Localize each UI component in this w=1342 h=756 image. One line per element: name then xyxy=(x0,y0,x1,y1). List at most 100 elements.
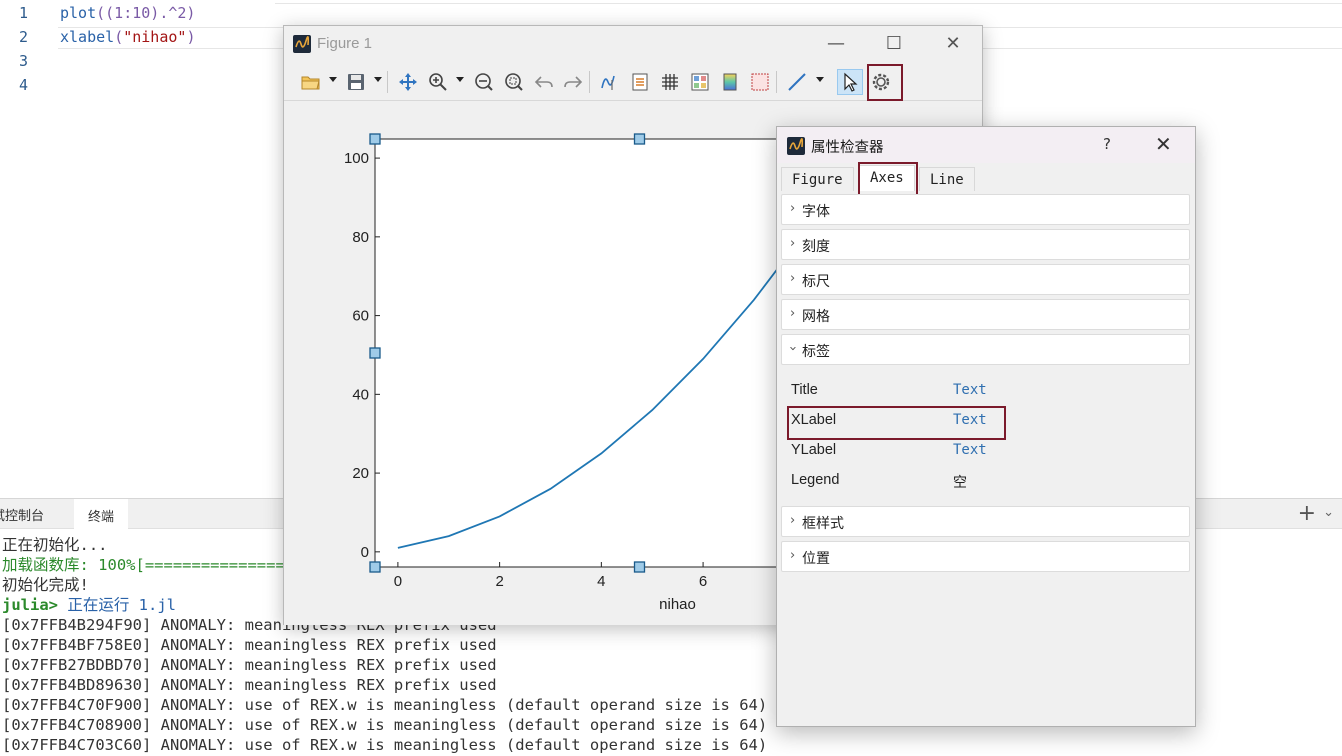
prop-legend-value[interactable]: 空 xyxy=(953,472,967,492)
code-paren: ) xyxy=(186,28,196,46)
selection-handle xyxy=(633,133,646,145)
line-icon[interactable] xyxy=(784,69,810,95)
close-button[interactable]: ✕ xyxy=(939,30,967,58)
colorbar-icon[interactable] xyxy=(717,69,743,95)
select-icon[interactable] xyxy=(837,69,863,95)
chevron-down-icon[interactable]: ⌄ xyxy=(1323,505,1334,520)
property-inspector-dialog[interactable]: 属性检查器 ? ✕ Figure Axes Line › 字体 › 刻度 › 标尺 ›… xyxy=(776,126,1196,727)
section-label: 字体 xyxy=(802,204,830,220)
y-tick-label: 60 xyxy=(352,308,369,325)
selection-handle xyxy=(633,561,646,573)
y-tick-label: 20 xyxy=(352,465,369,482)
section-ticks[interactable]: › 刻度 xyxy=(781,229,1190,260)
x-tick-label: 4 xyxy=(597,573,605,590)
pan-icon[interactable] xyxy=(395,69,421,95)
new-terminal-button[interactable]: + xyxy=(1298,501,1316,526)
terminal-line: 初始化完成! xyxy=(2,576,89,594)
tab-terminal[interactable]: 终端 xyxy=(74,499,129,529)
section-label: 标尺 xyxy=(802,274,830,290)
redo-icon[interactable] xyxy=(560,69,586,95)
terminal-line: [0x7FFB4C703C60] ANOMALY: use of REX.w i… xyxy=(2,736,768,754)
line-number: 1 xyxy=(18,4,28,22)
section-label: 网格 xyxy=(802,309,830,325)
data-cursor-icon[interactable] xyxy=(597,69,623,95)
inspector-tabs: Figure Axes Line xyxy=(777,162,1195,199)
chevron-down-icon[interactable] xyxy=(816,77,824,82)
subplot-icon[interactable] xyxy=(687,69,713,95)
tab-axes[interactable]: Axes xyxy=(859,165,915,191)
prop-legend-label: Legend xyxy=(791,472,840,488)
prop-ylabel-value[interactable]: Text xyxy=(953,442,987,458)
prop-xlabel-label: XLabel xyxy=(791,412,837,428)
zoom-fit-icon[interactable] xyxy=(501,69,527,95)
section-position[interactable]: › 位置 xyxy=(781,541,1190,572)
line-number: 3 xyxy=(18,52,28,70)
chevron-right-icon: › xyxy=(790,201,796,216)
app-logo-icon xyxy=(293,35,311,53)
selection-handle xyxy=(369,561,381,573)
chevron-down-icon[interactable] xyxy=(329,77,337,82)
prop-title-label: Title xyxy=(791,382,818,398)
prop-title-value[interactable]: Text xyxy=(953,382,987,398)
chevron-right-icon: › xyxy=(790,548,796,563)
toolbar-separator xyxy=(776,71,777,93)
tab-line[interactable]: Line xyxy=(919,167,975,191)
chevron-right-icon: › xyxy=(790,513,796,528)
settings-icon[interactable] xyxy=(868,69,894,95)
selection-handle xyxy=(369,347,381,359)
code-line-2[interactable]: xlabel("nihao") xyxy=(60,28,195,46)
section-font[interactable]: › 字体 xyxy=(781,194,1190,225)
code-line-1[interactable]: plot((1:10).^2) xyxy=(60,4,195,22)
section-grid[interactable]: › 网格 xyxy=(781,299,1190,330)
y-tick-label: 100 xyxy=(344,150,369,167)
code-string: "nihao" xyxy=(123,28,187,46)
section-label: 位置 xyxy=(802,551,830,567)
minimize-button[interactable]: — xyxy=(822,30,850,58)
terminal-line: [0x7FFB4C70F900] ANOMALY: use of REX.w i… xyxy=(2,696,768,714)
help-button[interactable]: ? xyxy=(1103,135,1111,153)
open-icon[interactable] xyxy=(298,69,324,95)
figure-toolbar xyxy=(284,63,982,101)
tab-debug-console[interactable]: 试控制台 xyxy=(0,505,44,524)
inspector-titlebar[interactable]: 属性检查器 ? ✕ xyxy=(777,127,1195,163)
toolbar-separator xyxy=(589,71,590,93)
chevron-right-icon: › xyxy=(790,271,796,286)
terminal-line: [0x7FFB4BD89630] ANOMALY: meaningless RE… xyxy=(2,676,497,694)
run-message: 正在运行 1.jl xyxy=(58,596,176,614)
terminal-line: 加载函数库: 100%[================ xyxy=(2,556,295,574)
chevron-down-icon: › xyxy=(785,345,801,352)
zoom-in-icon[interactable] xyxy=(425,69,451,95)
section-labels[interactable]: › 标签 xyxy=(781,334,1190,365)
code-arguments: ((1:10).^2) xyxy=(96,4,196,22)
terminal-line: [0x7FFB4C708900] ANOMALY: use of REX.w i… xyxy=(2,716,768,734)
legend-icon[interactable] xyxy=(627,69,653,95)
section-ruler[interactable]: › 标尺 xyxy=(781,264,1190,295)
editor-divider xyxy=(275,0,1342,4)
selection-handle xyxy=(369,133,381,145)
maximize-button[interactable]: ☐ xyxy=(880,30,908,58)
frame-icon[interactable] xyxy=(747,69,773,95)
line-number: 2 xyxy=(18,28,28,46)
code-function: plot xyxy=(60,4,97,22)
chevron-down-icon[interactable] xyxy=(374,77,382,82)
save-icon[interactable] xyxy=(343,69,369,95)
section-box-style[interactable]: › 框样式 xyxy=(781,506,1190,537)
terminal-line: 正在初始化... xyxy=(2,536,108,554)
tab-figure[interactable]: Figure xyxy=(781,167,854,191)
inspector-title: 属性检查器 xyxy=(811,140,884,156)
grid-icon[interactable] xyxy=(657,69,683,95)
app-logo-icon xyxy=(787,137,805,155)
figure-titlebar[interactable]: Figure 1 — ☐ ✕ xyxy=(284,26,982,62)
x-tick-label: 0 xyxy=(394,573,402,590)
figure-title: Figure 1 xyxy=(317,35,373,52)
prop-xlabel-value[interactable]: Text xyxy=(953,412,987,428)
chevron-down-icon[interactable] xyxy=(456,77,464,82)
close-button[interactable]: ✕ xyxy=(1155,132,1172,156)
y-tick-label: 40 xyxy=(352,386,369,403)
undo-icon[interactable] xyxy=(531,69,557,95)
zoom-out-icon[interactable] xyxy=(471,69,497,95)
x-tick-label: 6 xyxy=(699,573,707,590)
code-function: xlabel xyxy=(60,28,115,46)
x-tick-label: 2 xyxy=(495,573,503,590)
section-label: 标签 xyxy=(802,344,830,360)
